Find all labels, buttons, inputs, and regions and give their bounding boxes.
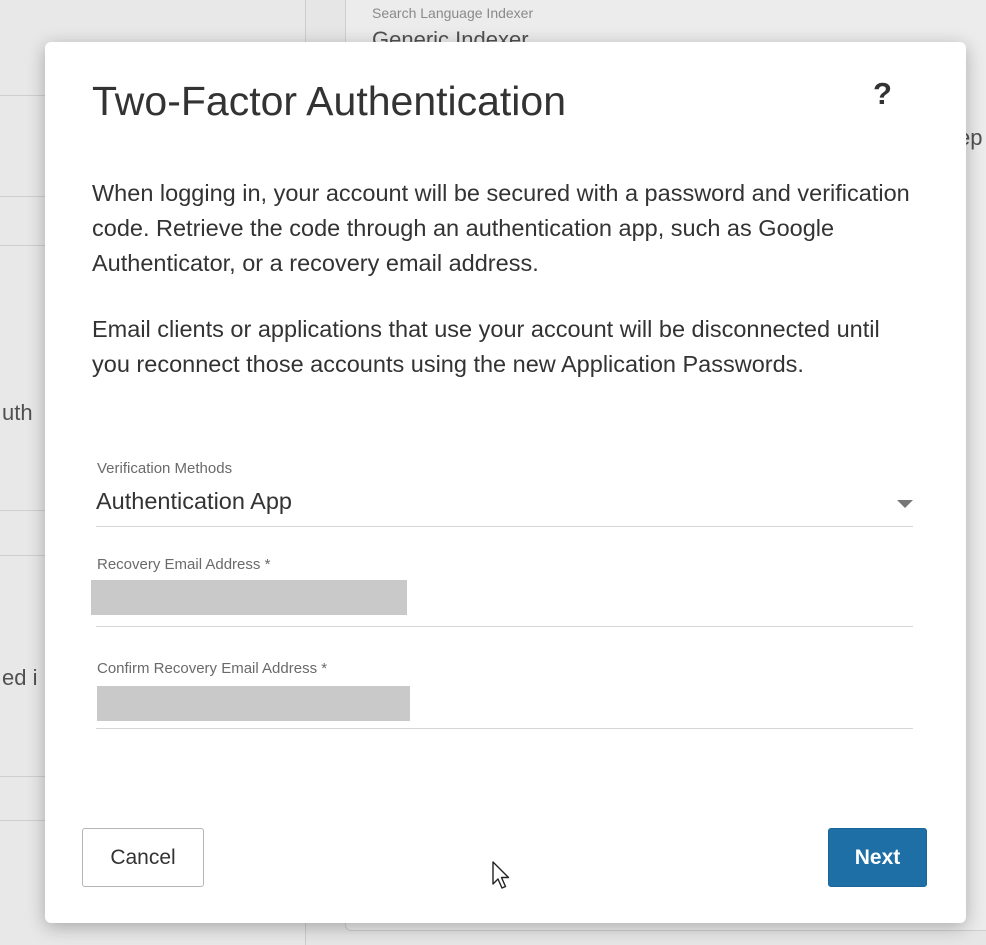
recovery-email-label: Recovery Email Address * [97, 556, 271, 573]
cancel-button[interactable]: Cancel [82, 828, 204, 887]
verification-methods-select[interactable]: Verification Methods Authentication App [96, 452, 913, 527]
background-clipped-text: uth [2, 400, 33, 425]
dialog-description: When logging in, your account will be se… [92, 180, 910, 276]
verification-methods-value[interactable]: Authentication App [96, 488, 292, 515]
background-search-language-label: Search Language Indexer [372, 5, 534, 21]
recovery-email-input[interactable] [91, 580, 407, 615]
dialog-title: Two-Factor Authentication [92, 78, 567, 124]
background-clipped-text: ed i [2, 665, 38, 690]
confirm-recovery-email-label: Confirm Recovery Email Address * [97, 660, 328, 677]
help-button[interactable]: ? [873, 76, 892, 112]
mouse-pointer-icon [492, 861, 510, 889]
verification-methods-label: Verification Methods [97, 460, 233, 477]
chevron-down-icon[interactable] [897, 500, 913, 508]
confirm-recovery-email-field: Confirm Recovery Email Address * [96, 654, 913, 729]
dialog-warning-text: Email clients or applications that use y… [92, 316, 880, 377]
two-factor-dialog: Two-Factor Authentication ? When logging… [45, 42, 966, 923]
recovery-email-field: Recovery Email Address * [91, 552, 913, 627]
next-button[interactable]: Next [828, 828, 927, 887]
confirm-recovery-email-input[interactable] [97, 686, 410, 721]
